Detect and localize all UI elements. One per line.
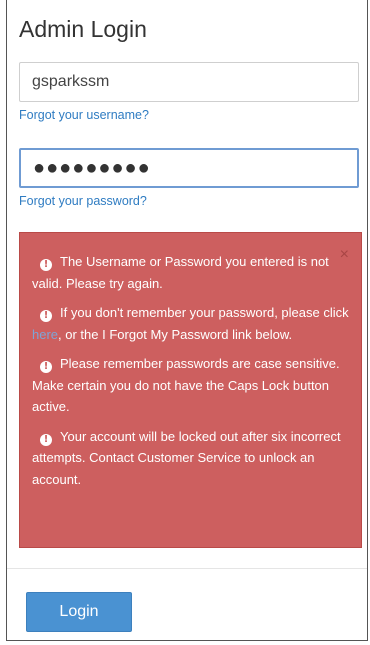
forgot-password-link[interactable]: Forgot your password?: [19, 194, 147, 208]
alert-message-invalid: ! The Username or Password you entered is…: [32, 251, 349, 294]
login-button[interactable]: Login: [26, 592, 132, 632]
error-alert: × ! The Username or Password you entered …: [19, 232, 362, 548]
alert-message-text: Please remember passwords are case sensi…: [32, 356, 340, 414]
exclamation-circle-icon: !: [40, 310, 52, 322]
alert-close-icon[interactable]: ×: [340, 247, 349, 263]
alert-message-text: If you don't remember your password, ple…: [60, 305, 349, 320]
alert-message-case-sensitive: ! Please remember passwords are case sens…: [32, 353, 349, 418]
exclamation-circle-icon: !: [40, 433, 52, 446]
page-title: Admin Login: [19, 16, 147, 42]
exclamation-circle-icon: !: [40, 259, 52, 271]
password-field[interactable]: ●●●●●●●●●: [19, 148, 359, 188]
alert-message-text: The Username or Password you entered is …: [32, 254, 329, 291]
forgot-username-link[interactable]: Forgot your username?: [19, 108, 149, 122]
alert-message-text: Your account will be locked out after si…: [32, 428, 341, 487]
exclamation-circle-icon: !: [40, 361, 52, 373]
alert-message-lockout: ! Your account will be locked out after s…: [32, 426, 349, 491]
username-field[interactable]: gsparkssm: [19, 62, 359, 102]
admin-login-panel: Admin Login gsparkssm Forgot your userna…: [6, 0, 368, 641]
here-link[interactable]: here: [32, 327, 58, 342]
alert-message-remember: ! If you don't remember your password, pl…: [32, 302, 349, 345]
alert-message-text: , or the I Forgot My Password link below…: [58, 326, 293, 342]
footer-divider: [7, 568, 367, 569]
